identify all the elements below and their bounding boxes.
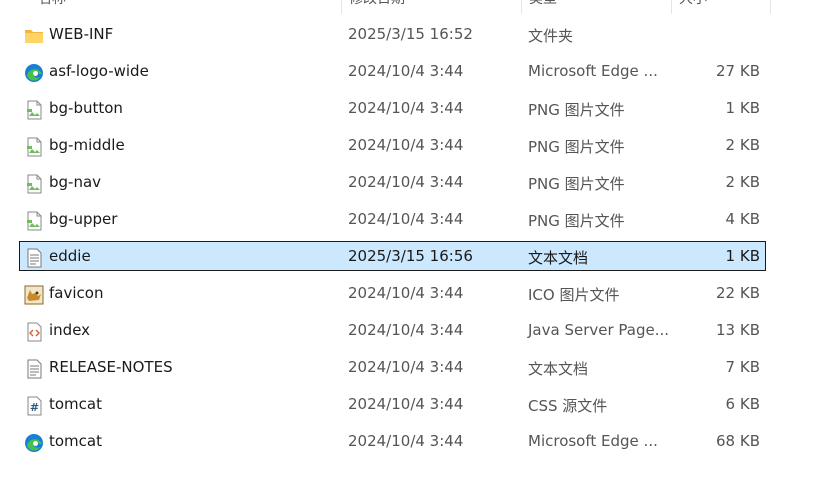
file-size: 7 KB [725,358,760,376]
file-row[interactable]: bg-middle 2024/10/4 3:44 PNG 图片文件 2 KB [19,130,766,160]
file-size: 1 KB [725,247,760,265]
file-name: bg-nav [49,173,102,191]
file-size: 13 KB [716,321,760,339]
file-type: Microsoft Edge ... [528,432,658,450]
png-image-icon [24,137,44,157]
text-file-icon [24,359,44,379]
file-name: favicon [49,284,104,302]
file-name: bg-upper [49,210,118,228]
file-type: Microsoft Edge ... [528,62,658,80]
file-name: RELEASE-NOTES [49,358,173,376]
file-type: 文件夹 [528,27,574,45]
file-modified-date: 2024/10/4 3:44 [348,99,464,117]
file-name: eddie [49,247,91,265]
file-row[interactable]: asf-logo-wide 2024/10/4 3:44 Microsoft Edg… [19,56,766,86]
file-size: 68 KB [716,432,760,450]
file-modified-date: 2024/10/4 3:44 [348,358,464,376]
file-row[interactable]: eddie 2025/3/15 16:56 文本文档 1 KB [19,241,766,271]
file-size: 22 KB [716,284,760,302]
text-file-icon [24,248,44,268]
file-type: PNG 图片文件 [528,175,625,193]
edge-icon [24,433,44,453]
column-header-modified[interactable]: 修改日期 [341,0,521,14]
file-name: tomcat [49,395,102,413]
file-type: 文本文档 [528,360,589,378]
file-row[interactable]: index 2024/10/4 3:44 Java Server Page... 13… [19,315,766,345]
file-size: 2 KB [725,136,760,154]
file-name: bg-middle [49,136,125,154]
file-modified-date: 2024/10/4 3:44 [348,395,464,413]
file-type: PNG 图片文件 [528,138,625,156]
file-row[interactable]: tomcat 2024/10/4 3:44 Microsoft Edge ... 68… [19,426,766,456]
png-image-icon [24,211,44,231]
file-type: 文本文档 [528,249,589,267]
svg-text:#: # [30,401,39,414]
file-row[interactable]: # tomcat 2024/10/4 3:44 CSS 源文件 6 KB [19,389,766,419]
code-file-icon [24,322,44,342]
file-name: bg-button [49,99,123,117]
file-row[interactable]: bg-upper 2024/10/4 3:44 PNG 图片文件 4 KB [19,204,766,234]
file-size: 6 KB [725,395,760,413]
file-type: Java Server Page... [528,321,670,339]
column-header-size[interactable]: 大小 [671,0,771,14]
file-modified-date: 2024/10/4 3:44 [348,173,464,191]
file-modified-date: 2024/10/4 3:44 [348,210,464,228]
file-size: 4 KB [725,210,760,228]
edge-icon [24,63,44,83]
file-type: ICO 图片文件 [528,286,620,304]
file-row[interactable]: bg-nav 2024/10/4 3:44 PNG 图片文件 2 KB [19,167,766,197]
file-name: asf-logo-wide [49,62,149,80]
file-modified-date: 2024/10/4 3:44 [348,321,464,339]
file-size: 2 KB [725,173,760,191]
column-header-name[interactable]: 名称 [30,0,340,14]
file-row[interactable]: favicon 2024/10/4 3:44 ICO 图片文件 22 KB [19,278,766,308]
tomcat-favicon-icon [24,285,44,305]
css-file-icon: # [24,396,44,416]
file-size: 27 KB [716,62,760,80]
column-divider[interactable] [770,0,771,14]
png-image-icon [24,174,44,194]
file-modified-date: 2025/3/15 16:56 [348,247,473,265]
file-name: index [49,321,91,339]
file-type: PNG 图片文件 [528,212,625,230]
file-row[interactable]: WEB-INF 2025/3/15 16:52 文件夹 [19,19,766,49]
file-type: CSS 源文件 [528,397,608,415]
file-modified-date: 2024/10/4 3:44 [348,136,464,154]
file-modified-date: 2024/10/4 3:44 [348,62,464,80]
png-image-icon [24,100,44,120]
file-row[interactable]: RELEASE-NOTES 2024/10/4 3:44 文本文档 7 KB [19,352,766,382]
column-header-type[interactable]: 类型 [521,0,671,14]
file-name: tomcat [49,432,102,450]
column-header-bar: 名称 修改日期 类型 大小 [0,0,771,14]
file-type: PNG 图片文件 [528,101,625,119]
file-name: WEB-INF [49,25,114,43]
file-modified-date: 2024/10/4 3:44 [348,432,464,450]
file-modified-date: 2025/3/15 16:52 [348,25,473,43]
file-size: 1 KB [725,99,760,117]
file-modified-date: 2024/10/4 3:44 [348,284,464,302]
folder-icon [24,26,44,46]
file-row[interactable]: bg-button 2024/10/4 3:44 PNG 图片文件 1 KB [19,93,766,123]
